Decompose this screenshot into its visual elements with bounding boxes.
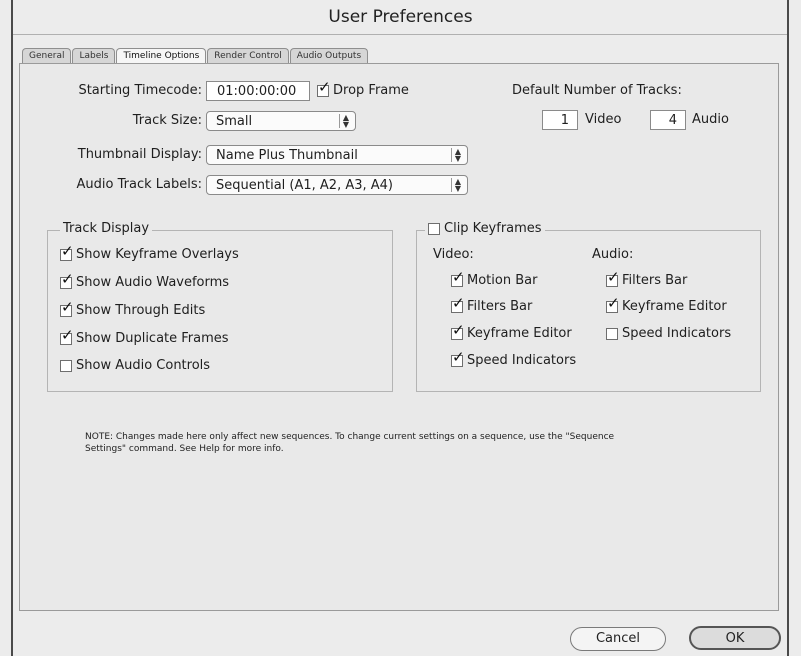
checkbox-label: Keyframe Editor (467, 326, 572, 341)
check-icon: ✓ (607, 267, 620, 286)
track-size-value: Small (216, 114, 253, 129)
clip-keyframes-title: Clip Keyframes (444, 221, 542, 236)
checkbox-label: Show Through Edits (76, 303, 206, 318)
check-icon: ✓ (61, 241, 74, 260)
checkbox-label: Show Audio Controls (76, 358, 211, 373)
cancel-button[interactable]: Cancel (570, 627, 666, 651)
checkbox-box[interactable] (606, 327, 618, 340)
track-size-popup[interactable]: Small ▲ ▼ (206, 111, 356, 131)
checkbox-label: Show Audio Waveforms (76, 275, 230, 290)
checkbox-box[interactable]: ✓ (451, 322, 465, 340)
check-icon: ✓ (318, 77, 331, 96)
drop-frame-checkbox[interactable]: ✓ Drop Frame (317, 79, 409, 98)
checkbox-label: Speed Indicators (622, 326, 732, 341)
thumbnail-display-value: Name Plus Thumbnail (216, 148, 358, 163)
audio-keyframe-editor-checkbox[interactable]: ✓ Keyframe Editor (606, 295, 727, 314)
checkbox-box[interactable]: ✓ (451, 269, 465, 287)
clip-keyframes-audio-label: Audio: (592, 247, 634, 262)
drop-frame-label: Drop Frame (333, 83, 409, 98)
show-through-edits-checkbox[interactable]: ✓ Show Through Edits (60, 299, 206, 318)
show-duplicate-frames-checkbox[interactable]: ✓ Show Duplicate Frames (60, 327, 229, 346)
checkbox-box[interactable]: ✓ (60, 271, 74, 289)
tab-general[interactable]: General (22, 48, 72, 63)
check-icon: ✓ (61, 269, 74, 288)
checkbox-box[interactable]: ✓ (451, 349, 465, 367)
checkbox-label: Motion Bar (467, 273, 538, 288)
video-tracks-field[interactable]: 1 (542, 110, 578, 130)
ok-button[interactable]: OK (689, 626, 781, 650)
tab-audio-outputs[interactable]: Audio Outputs (289, 48, 369, 63)
default-tracks-label: Default Number of Tracks: (512, 83, 682, 98)
window-right-edge (787, 0, 789, 656)
popup-arrows-icon: ▲ ▼ (339, 114, 352, 129)
note-line-2: Settings" command. See Help for more inf… (85, 444, 284, 454)
checkbox-box[interactable]: ✓ (451, 295, 465, 313)
checkbox-box[interactable]: ✓ (606, 295, 620, 313)
check-icon: ✓ (452, 293, 465, 312)
clip-keyframes-video-label: Video: (433, 247, 474, 262)
audio-track-labels-popup[interactable]: Sequential (A1, A2, A3, A4) ▲ ▼ (206, 175, 468, 195)
checkbox-label: Show Duplicate Frames (76, 331, 229, 346)
note-line-1: NOTE: Changes made here only affect new … (85, 432, 615, 442)
video-keyframe-editor-checkbox[interactable]: ✓ Keyframe Editor (451, 322, 572, 341)
track-size-label: Track Size: (132, 113, 202, 128)
tab-labels[interactable]: Labels (72, 48, 116, 63)
audio-track-labels-value: Sequential (A1, A2, A3, A4) (216, 178, 393, 193)
show-keyframe-overlays-checkbox[interactable]: ✓ Show Keyframe Overlays (60, 243, 239, 262)
checkbox-label: Show Keyframe Overlays (76, 247, 239, 262)
video-tracks-label: Video (585, 112, 622, 127)
starting-timecode-label: Starting Timecode: (78, 83, 202, 98)
thumbnail-display-popup[interactable]: Name Plus Thumbnail ▲ ▼ (206, 145, 468, 165)
checkbox-box[interactable]: ✓ (606, 269, 620, 287)
checkbox-box[interactable] (428, 222, 440, 235)
checkbox-box[interactable]: ✓ (60, 243, 74, 261)
tab-timeline-options[interactable]: Timeline Options (116, 48, 207, 63)
audio-tracks-label: Audio (692, 112, 729, 127)
audio-speed-indicators-checkbox[interactable]: Speed Indicators (606, 326, 731, 341)
check-icon: ✓ (452, 320, 465, 339)
video-motion-bar-checkbox[interactable]: ✓ Motion Bar (451, 269, 538, 288)
checkbox-box[interactable]: ✓ (60, 327, 74, 345)
checkbox-box[interactable] (60, 359, 72, 372)
popup-arrows-icon: ▲ ▼ (451, 148, 464, 163)
check-icon: ✓ (61, 325, 74, 344)
track-display-title: Track Display (60, 221, 153, 236)
window-left-edge (11, 0, 13, 656)
check-icon: ✓ (61, 297, 74, 316)
audio-filters-bar-checkbox[interactable]: ✓ Filters Bar (606, 269, 688, 288)
video-filters-bar-checkbox[interactable]: ✓ Filters Bar (451, 295, 533, 314)
audio-tracks-field[interactable]: 4 (650, 110, 686, 130)
checkbox-label: Keyframe Editor (622, 299, 727, 314)
audio-track-labels-label: Audio Track Labels: (76, 177, 202, 192)
popup-arrows-icon: ▲ ▼ (451, 178, 464, 193)
show-audio-waveforms-checkbox[interactable]: ✓ Show Audio Waveforms (60, 271, 230, 290)
note-text: NOTE: Changes made here only affect new … (85, 431, 745, 455)
thumbnail-display-label: Thumbnail Display: (77, 147, 202, 162)
checkbox-label: Filters Bar (622, 273, 688, 288)
show-audio-controls-checkbox[interactable]: Show Audio Controls (60, 358, 210, 373)
clip-keyframes-checkbox[interactable]: Clip Keyframes (425, 221, 545, 236)
checkbox-label: Filters Bar (467, 299, 533, 314)
checkbox-label: Speed Indicators (467, 353, 577, 368)
window-title: User Preferences (328, 7, 473, 27)
tab-render-control[interactable]: Render Control (207, 48, 289, 63)
check-icon: ✓ (452, 347, 465, 366)
drop-frame-check-box[interactable]: ✓ (317, 79, 331, 97)
tab-bar: General Labels Timeline Options Render C… (22, 47, 369, 63)
video-speed-indicators-checkbox[interactable]: ✓ Speed Indicators (451, 349, 577, 368)
checkbox-box[interactable]: ✓ (60, 299, 74, 317)
check-icon: ✓ (452, 267, 465, 286)
starting-timecode-field[interactable]: 01:00:00:00 (206, 81, 310, 101)
check-icon: ✓ (607, 293, 620, 312)
titlebar-divider (13, 34, 787, 35)
